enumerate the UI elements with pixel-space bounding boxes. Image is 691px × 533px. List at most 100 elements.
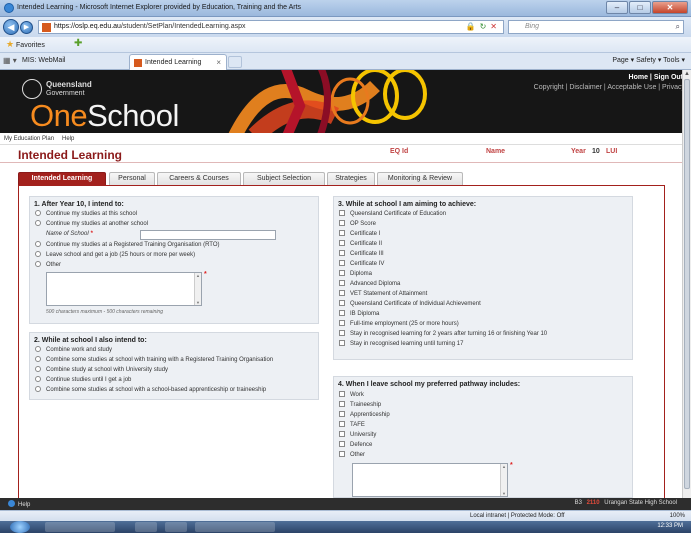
checkbox[interactable] bbox=[339, 240, 345, 246]
scroll-up-icon[interactable]: ▲ bbox=[683, 70, 691, 78]
checkbox[interactable] bbox=[339, 290, 345, 296]
quick-tabs-icon[interactable]: ▦ ▾ bbox=[3, 56, 17, 65]
minimize-button[interactable]: – bbox=[606, 1, 628, 14]
search-icon[interactable]: ⌕ bbox=[676, 22, 680, 32]
radio-option[interactable]: Continue my studies at this school bbox=[35, 210, 137, 219]
favorite-link-mis-webmail[interactable]: MIS: WebMail bbox=[22, 57, 65, 64]
checkbox[interactable] bbox=[339, 220, 345, 226]
add-favorite-icon[interactable]: ✚ bbox=[74, 38, 88, 51]
radio-option[interactable]: Combine some studies at school with a sc… bbox=[35, 386, 266, 395]
school-name-input[interactable] bbox=[140, 230, 276, 240]
checkbox[interactable] bbox=[339, 270, 345, 276]
address-bar[interactable]: https://oslp.eq.edu.au/student/SetPlan/I… bbox=[38, 20, 504, 34]
tab-monitoring-review[interactable]: Monitoring & Review bbox=[377, 172, 463, 185]
checkbox-option[interactable]: Traineeship bbox=[339, 401, 381, 410]
radio-button[interactable] bbox=[35, 251, 41, 257]
pathway-other-textarea[interactable] bbox=[352, 463, 508, 497]
radio-button[interactable] bbox=[35, 346, 41, 352]
taskbar-button[interactable] bbox=[135, 522, 157, 532]
checkbox-option[interactable]: Other bbox=[339, 451, 365, 460]
radio-option[interactable]: Combine some studies at school with trai… bbox=[35, 356, 273, 365]
menu-my-education-plan[interactable]: My Education Plan bbox=[4, 136, 54, 142]
checkbox-option[interactable]: Certificate I bbox=[339, 230, 380, 239]
radio-button[interactable] bbox=[35, 376, 41, 382]
zoom-level[interactable]: 100% bbox=[670, 513, 685, 519]
taskbar-button[interactable] bbox=[165, 522, 187, 532]
checkbox-option[interactable]: Apprenticeship bbox=[339, 411, 390, 420]
checkbox-option[interactable]: Defence bbox=[339, 441, 372, 450]
radio-option[interactable]: Leave school and get a job (25 hours or … bbox=[35, 251, 195, 260]
checkbox-option[interactable]: Stay in recognised learning until turnin… bbox=[339, 340, 463, 349]
checkbox[interactable] bbox=[339, 340, 345, 346]
radio-button[interactable] bbox=[35, 366, 41, 372]
checkbox[interactable] bbox=[339, 330, 345, 336]
tab-careers-courses[interactable]: Careers & Courses bbox=[157, 172, 241, 185]
close-button[interactable]: ✕ bbox=[652, 1, 688, 14]
other-textarea[interactable] bbox=[46, 272, 202, 306]
textarea-scrollbar[interactable] bbox=[500, 464, 507, 496]
checkbox[interactable] bbox=[339, 451, 345, 457]
checkbox-option[interactable]: Full-time employment (25 or more hours) bbox=[339, 320, 459, 329]
tab-personal[interactable]: Personal bbox=[109, 172, 155, 185]
checkbox[interactable] bbox=[339, 210, 345, 216]
taskbar-button[interactable] bbox=[195, 522, 275, 532]
checkbox-option[interactable]: Work bbox=[339, 391, 364, 400]
checkbox[interactable] bbox=[339, 280, 345, 286]
tab-subject-selection[interactable]: Subject Selection bbox=[243, 172, 325, 185]
checkbox-option[interactable]: Advanced Diploma bbox=[339, 280, 400, 289]
search-box[interactable]: Bing ⌕ bbox=[508, 20, 684, 34]
checkbox[interactable] bbox=[339, 411, 345, 417]
radio-button[interactable] bbox=[35, 210, 41, 216]
checkbox[interactable] bbox=[339, 300, 345, 306]
checkbox[interactable] bbox=[339, 230, 345, 236]
checkbox[interactable] bbox=[339, 391, 345, 397]
maximize-button[interactable]: □ bbox=[629, 1, 651, 14]
radio-option[interactable]: Continue my studies at another school bbox=[35, 220, 148, 229]
textarea-scrollbar[interactable] bbox=[194, 273, 201, 305]
browser-tab-intended-learning[interactable]: Intended Learning × bbox=[129, 54, 227, 70]
taskbar-button[interactable] bbox=[45, 522, 115, 532]
checkbox-option[interactable]: Queensland Certificate of Education bbox=[339, 210, 446, 219]
radio-option[interactable]: Continue my studies at a Registered Trai… bbox=[35, 241, 220, 250]
radio-option[interactable]: Combine work and study bbox=[35, 346, 112, 355]
checkbox-option[interactable]: Certificate III bbox=[339, 250, 384, 259]
checkbox-option[interactable]: Certificate II bbox=[339, 240, 382, 249]
radio-option[interactable]: Continue studies until I get a job bbox=[35, 376, 131, 385]
lock-icon[interactable]: 🔒 bbox=[466, 22, 476, 31]
back-icon[interactable]: ◀ bbox=[3, 19, 19, 35]
scrollbar-thumb[interactable] bbox=[684, 79, 690, 489]
command-bar[interactable]: Page ▾ Safety ▾ Tools ▾ bbox=[612, 56, 685, 64]
radio-option[interactable]: Other bbox=[35, 261, 61, 270]
checkbox[interactable] bbox=[339, 320, 345, 326]
radio-button[interactable] bbox=[35, 356, 41, 362]
page-scrollbar[interactable]: ▲ bbox=[682, 70, 691, 498]
footer-links[interactable]: Copyright | Disclaimer | Acceptable Use … bbox=[534, 84, 685, 91]
stop-icon[interactable]: ✕ bbox=[490, 22, 497, 31]
radio-option[interactable]: Combine study at school with University … bbox=[35, 366, 168, 375]
refresh-icon[interactable]: ↻ bbox=[480, 22, 487, 31]
checkbox-option[interactable]: Diploma bbox=[339, 270, 372, 279]
tab-intended-learning[interactable]: Intended Learning bbox=[18, 172, 106, 185]
checkbox-option[interactable]: Certificate IV bbox=[339, 260, 384, 269]
checkbox-option[interactable]: IB Diploma bbox=[339, 310, 379, 319]
radio-button[interactable] bbox=[35, 386, 41, 392]
checkbox[interactable] bbox=[339, 431, 345, 437]
new-tab-button[interactable] bbox=[228, 56, 242, 68]
checkbox[interactable] bbox=[339, 421, 345, 427]
checkbox[interactable] bbox=[339, 441, 345, 447]
checkbox[interactable] bbox=[339, 310, 345, 316]
checkbox[interactable] bbox=[339, 260, 345, 266]
home-signout-links[interactable]: Home | Sign Out bbox=[629, 74, 683, 81]
radio-button[interactable] bbox=[35, 261, 41, 267]
radio-button[interactable] bbox=[35, 220, 41, 226]
close-tab-icon[interactable]: × bbox=[216, 58, 221, 67]
help-link[interactable]: Help bbox=[8, 500, 30, 508]
checkbox-option[interactable]: Stay in recognised learning for 2 years … bbox=[339, 330, 547, 339]
checkbox-option[interactable]: University bbox=[339, 431, 376, 440]
checkbox-option[interactable]: Queensland Certificate of Individual Ach… bbox=[339, 300, 481, 309]
checkbox-option[interactable]: VET Statement of Attainment bbox=[339, 290, 427, 299]
start-orb-icon[interactable] bbox=[10, 521, 30, 533]
menu-help[interactable]: Help bbox=[62, 136, 74, 142]
favorites-button[interactable]: ★ Favorites bbox=[6, 39, 45, 50]
checkbox-option[interactable]: TAFE bbox=[339, 421, 365, 430]
